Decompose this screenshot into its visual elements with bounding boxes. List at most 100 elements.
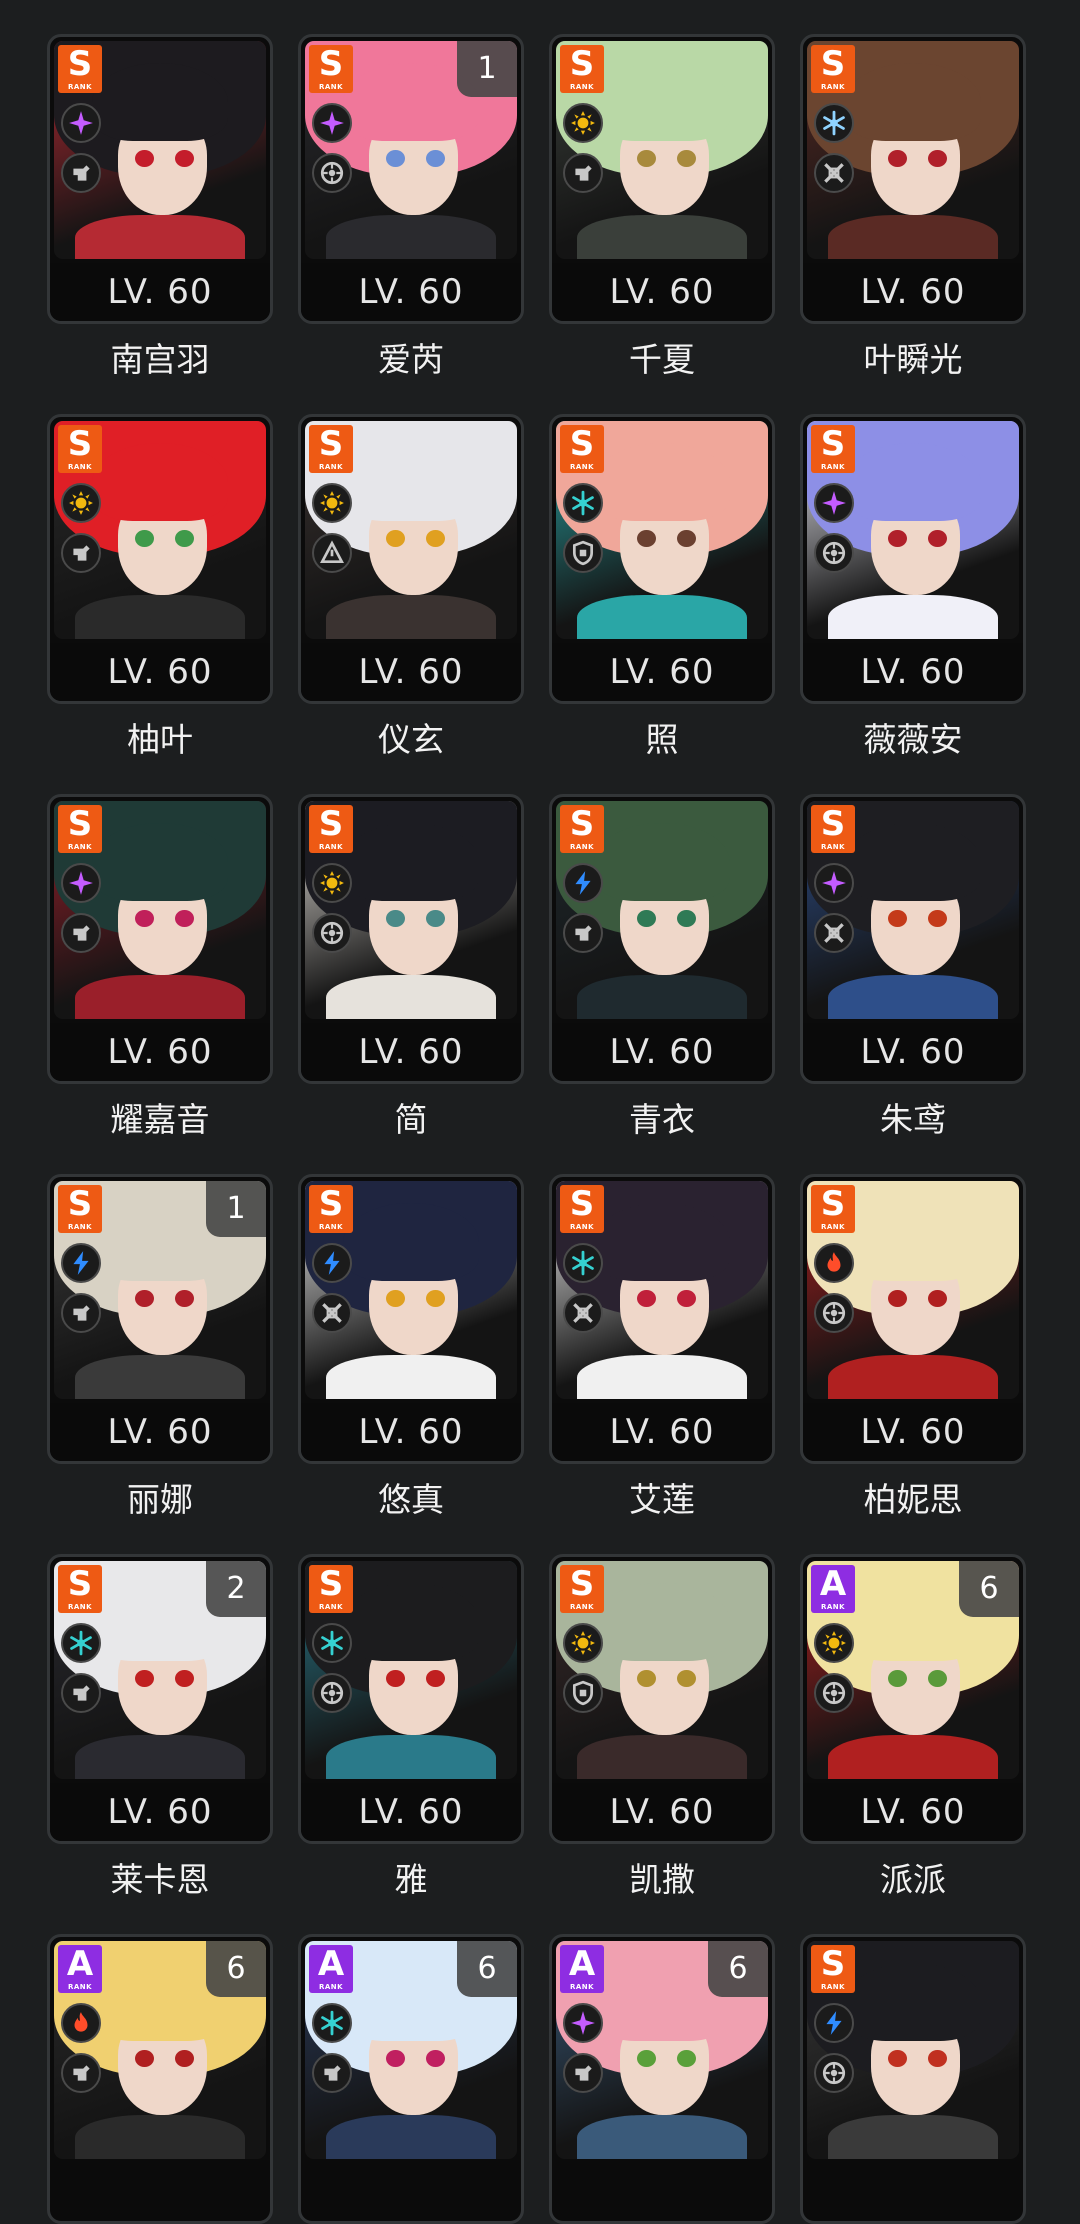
agent-frame[interactable]: A RANK 6 <box>298 1934 524 2224</box>
agent-card[interactable]: S RANK LV. 60 薇薇安 <box>800 414 1026 762</box>
agent-name: 雅 <box>394 1860 428 1899</box>
rank-label: RANK <box>569 1983 595 1991</box>
stun-role-icon <box>61 1673 101 1713</box>
rank-letter: S <box>569 44 595 84</box>
agent-name: 青衣 <box>629 1100 695 1139</box>
cinema-level-badge: 6 <box>708 1941 768 1997</box>
agent-card[interactable]: S RANK LV. 60 雅 <box>298 1554 524 1902</box>
agent-frame[interactable]: A RANK 6 <box>549 1934 775 2224</box>
rank-label: RANK <box>67 1603 93 1611</box>
agent-card[interactable]: S RANK LV. 60 朱鸢 <box>800 794 1026 1142</box>
agent-frame[interactable]: S RANK LV. 60 <box>800 34 1026 324</box>
agent-card[interactable]: S RANK LV. 60 南宫羽 <box>47 34 273 382</box>
agent-level: LV. 60 <box>803 643 1023 701</box>
agent-name: 柚叶 <box>127 720 193 759</box>
agent-level: LV. 60 <box>552 1023 772 1081</box>
agent-level: LV. 60 <box>301 643 521 701</box>
agent-frame[interactable]: S RANK LV. 60 <box>549 1554 775 1844</box>
agent-frame[interactable]: S RANK LV. 60 <box>298 1174 524 1464</box>
agent-card[interactable]: A RANK 6 <box>549 1934 775 2224</box>
agent-card[interactable]: A RANK 6 LV. 60 派派 <box>800 1554 1026 1902</box>
agent-card[interactable]: S RANK LV. 60 照 <box>549 414 775 762</box>
agent-frame[interactable]: S RANK LV. 60 <box>298 1554 524 1844</box>
rank-label: RANK <box>820 1223 846 1231</box>
rank-label: RANK <box>67 83 93 91</box>
agent-frame[interactable]: S RANK <box>800 1934 1026 2224</box>
agent-card[interactable]: S RANK 1 LV. 60 丽娜 <box>47 1174 273 1522</box>
rank-badge: S RANK <box>560 425 604 473</box>
agent-card[interactable]: S RANK LV. 60 凯撒 <box>549 1554 775 1902</box>
agent-frame[interactable]: S RANK 1 LV. 60 <box>298 34 524 324</box>
agent-card[interactable]: S RANK LV. 60 简 <box>298 794 524 1142</box>
agent-card[interactable]: S RANK LV. 60 千夏 <box>549 34 775 382</box>
defense-role-icon <box>563 533 603 573</box>
agent-frame[interactable]: S RANK LV. 60 <box>800 1174 1026 1464</box>
anomaly-role-icon <box>312 1673 352 1713</box>
rank-badge: A RANK <box>811 1565 855 1613</box>
ether-element-icon <box>61 863 101 903</box>
agent-level: LV. 60 <box>803 1403 1023 1461</box>
rank-label: RANK <box>318 1983 344 1991</box>
agent-card[interactable]: S RANK LV. 60 悠真 <box>298 1174 524 1522</box>
anomaly-role-icon <box>312 913 352 953</box>
agent-frame[interactable]: S RANK 2 LV. 60 <box>47 1554 273 1844</box>
rank-letter: S <box>820 44 846 84</box>
agent-card[interactable]: S RANK LV. 60 柏妮思 <box>800 1174 1026 1522</box>
anomaly-role-icon <box>814 1673 854 1713</box>
agent-level: LV. 60 <box>803 1783 1023 1841</box>
agent-card[interactable]: S RANK LV. 60 叶瞬光 <box>800 34 1026 382</box>
agent-name: 照 <box>645 720 679 759</box>
agent-frame[interactable]: S RANK LV. 60 <box>298 414 524 704</box>
attack-role-icon <box>814 153 854 193</box>
physical-element-icon <box>814 1623 854 1663</box>
rank-label: RANK <box>67 1223 93 1231</box>
agent-name: 叶瞬光 <box>863 340 963 379</box>
agent-card[interactable]: A RANK 6 <box>47 1934 273 2224</box>
agent-frame[interactable]: S RANK LV. 60 <box>549 1174 775 1464</box>
cinema-level-badge: 2 <box>206 1561 266 1617</box>
agent-frame[interactable]: S RANK LV. 60 <box>298 794 524 1084</box>
rank-letter: S <box>67 424 93 464</box>
fire-element-icon <box>61 2003 101 2043</box>
agent-frame[interactable]: S RANK 1 LV. 60 <box>47 1174 273 1464</box>
agent-frame[interactable]: S RANK LV. 60 <box>800 794 1026 1084</box>
agent-card[interactable]: S RANK <box>800 1934 1026 2224</box>
agent-name: 悠真 <box>378 1480 444 1519</box>
rank-badge: S RANK <box>811 1945 855 1993</box>
agent-frame[interactable]: S RANK LV. 60 <box>800 414 1026 704</box>
rank-badge: S RANK <box>560 45 604 93</box>
rank-badge: S RANK <box>58 425 102 473</box>
agent-frame[interactable]: S RANK LV. 60 <box>47 794 273 1084</box>
agent-card[interactable]: S RANK 2 LV. 60 莱卡恩 <box>47 1554 273 1902</box>
agent-frame[interactable]: S RANK LV. 60 <box>549 34 775 324</box>
agent-level: LV. 60 <box>803 1023 1023 1081</box>
agent-level: LV. 60 <box>552 1783 772 1841</box>
agent-level: LV. 60 <box>50 263 270 321</box>
agent-card[interactable]: S RANK LV. 60 柚叶 <box>47 414 273 762</box>
agent-card[interactable]: S RANK LV. 60 耀嘉音 <box>47 794 273 1142</box>
rank-label: RANK <box>569 463 595 471</box>
agent-card[interactable]: S RANK LV. 60 仪玄 <box>298 414 524 762</box>
agent-card[interactable]: A RANK 6 <box>298 1934 524 2224</box>
rank-badge: A RANK <box>560 1945 604 1993</box>
rank-label: RANK <box>67 1983 93 1991</box>
agent-frame[interactable]: S RANK LV. 60 <box>549 414 775 704</box>
stun-role-icon <box>61 2053 101 2093</box>
electric-element-icon <box>61 1243 101 1283</box>
agent-card[interactable]: S RANK LV. 60 艾莲 <box>549 1174 775 1522</box>
agent-card[interactable]: S RANK LV. 60 青衣 <box>549 794 775 1142</box>
agent-frame[interactable]: S RANK LV. 60 <box>47 34 273 324</box>
cinema-level-badge: 1 <box>457 41 517 97</box>
agent-frame[interactable]: A RANK 6 LV. 60 <box>800 1554 1026 1844</box>
agent-frame[interactable]: S RANK LV. 60 <box>47 414 273 704</box>
rank-letter: S <box>67 1564 93 1604</box>
rank-letter: S <box>67 44 93 84</box>
agent-level: LV. 60 <box>301 1403 521 1461</box>
agent-name: 千夏 <box>629 340 695 379</box>
electric-element-icon <box>563 863 603 903</box>
rank-letter: S <box>569 424 595 464</box>
agent-frame[interactable]: A RANK 6 <box>47 1934 273 2224</box>
agent-frame[interactable]: S RANK LV. 60 <box>549 794 775 1084</box>
auric-element-icon <box>312 483 352 523</box>
agent-card[interactable]: S RANK 1 LV. 60 爱芮 <box>298 34 524 382</box>
